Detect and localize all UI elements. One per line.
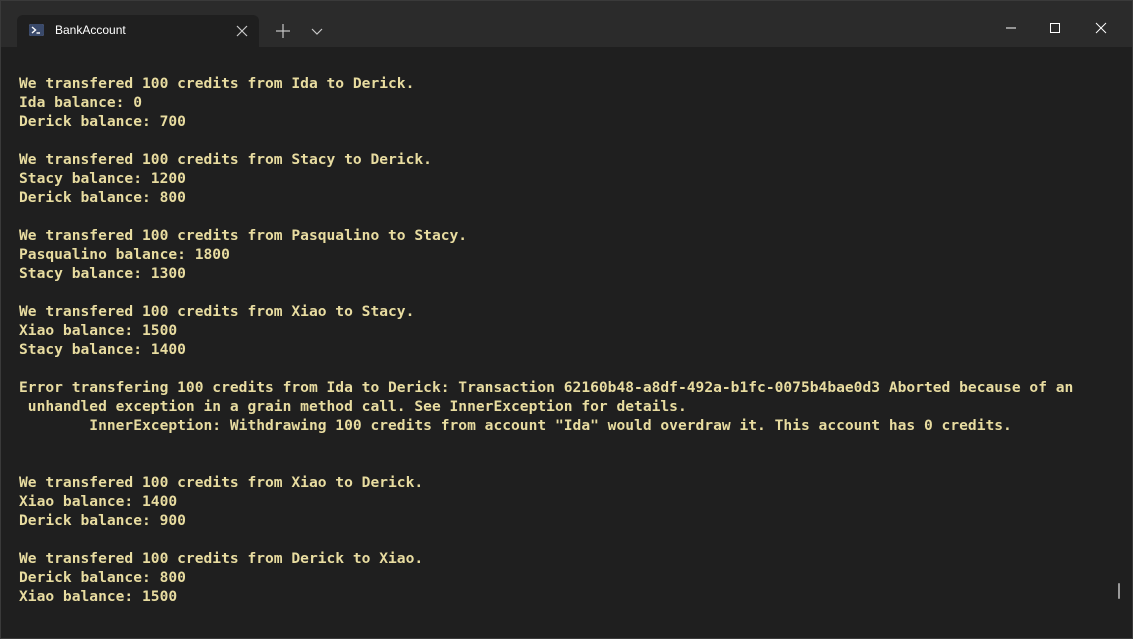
console-line: We transfered 100 credits from Ida to De… <box>19 75 415 92</box>
console-line: Stacy balance: 1400 <box>19 341 186 358</box>
console-line: We transfered 100 credits from Xiao to D… <box>19 474 424 491</box>
terminal-window: BankAccount We transfered 100 credits fr… <box>0 0 1133 639</box>
console-line: We transfered 100 credits from Pasqualin… <box>19 227 468 244</box>
console-line: Xiao balance: 1500 <box>19 322 178 339</box>
console-line: InnerException: Withdrawing 100 credits … <box>19 417 1012 434</box>
console-line: unhandled exception in a grain method ca… <box>19 398 687 415</box>
console-line: Pasqualino balance: 1800 <box>19 246 230 263</box>
console-line: Xiao balance: 1500 <box>19 588 178 605</box>
scrollbar-thumb[interactable] <box>1118 583 1120 599</box>
console-line: Derick balance: 700 <box>19 113 186 130</box>
console-line: Stacy balance: 1200 <box>19 170 186 187</box>
powershell-icon <box>29 24 44 36</box>
chevron-down-icon[interactable] <box>307 21 327 41</box>
minimize-icon[interactable] <box>996 15 1026 43</box>
plus-icon[interactable] <box>273 21 293 41</box>
console-line: Derick balance: 900 <box>19 512 186 529</box>
console-output: We transfered 100 credits from Ida to De… <box>19 74 1073 606</box>
title-bar[interactable]: BankAccount <box>1 1 1132 47</box>
tab-bankaccount[interactable]: BankAccount <box>17 15 259 47</box>
console-line: Derick balance: 800 <box>19 569 186 586</box>
maximize-icon[interactable] <box>1040 15 1070 43</box>
console-line: We transfered 100 credits from Xiao to S… <box>19 303 415 320</box>
console-line: Ida balance: 0 <box>19 94 143 111</box>
tab-title: BankAccount <box>55 23 126 37</box>
console-line: We transfered 100 credits from Derick to… <box>19 550 424 567</box>
console-line: Error transfering 100 credits from Ida t… <box>19 379 1074 396</box>
terminal-output-area[interactable]: We transfered 100 credits from Ida to De… <box>1 47 1132 638</box>
console-line: Stacy balance: 1300 <box>19 265 186 282</box>
console-line: We transfered 100 credits from Stacy to … <box>19 151 432 168</box>
tab-close-icon[interactable] <box>235 23 249 37</box>
console-line: Xiao balance: 1400 <box>19 493 178 510</box>
console-line: Derick balance: 800 <box>19 189 186 206</box>
close-icon[interactable] <box>1086 15 1116 43</box>
